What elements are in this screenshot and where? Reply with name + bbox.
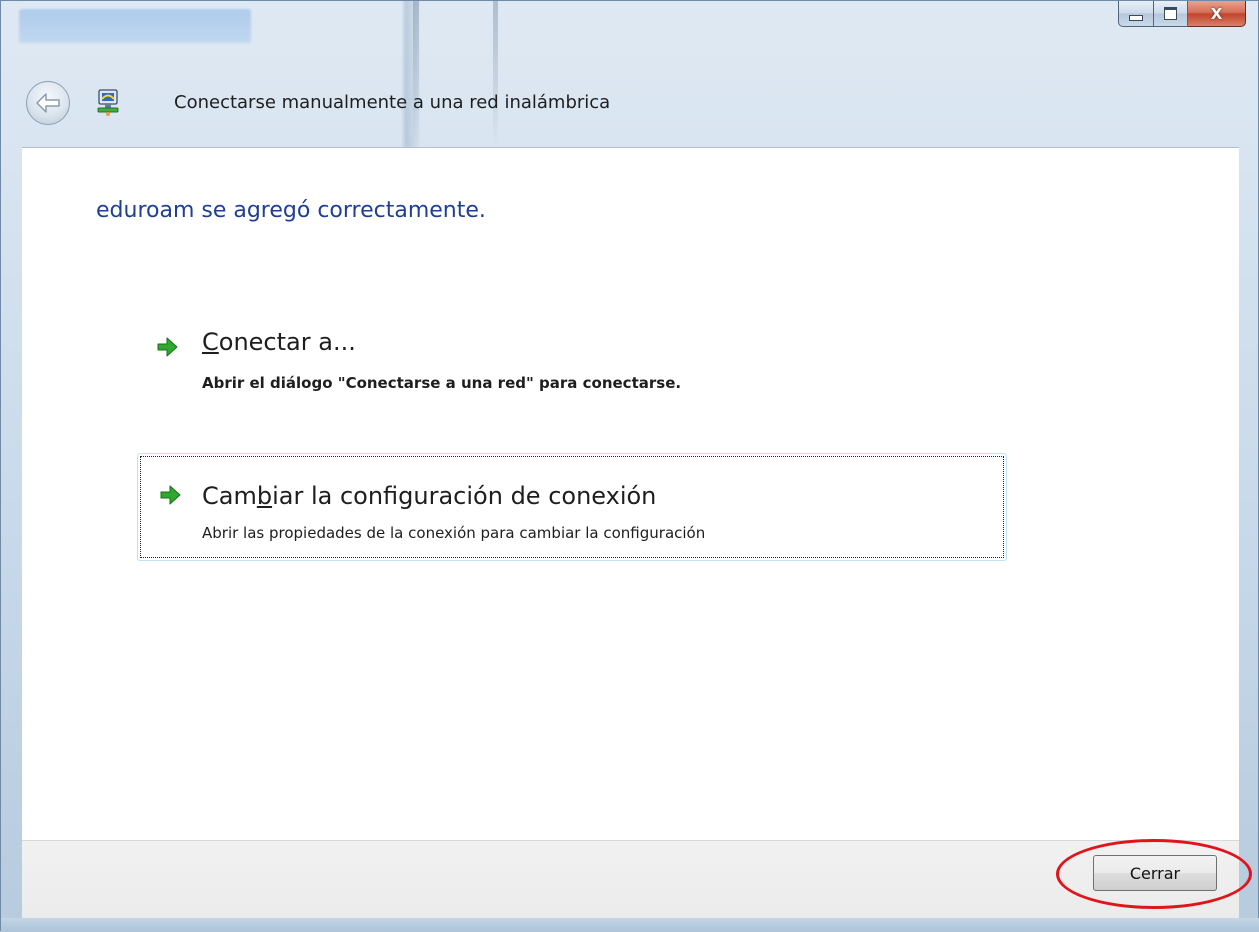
close-window-button[interactable]: X [1188, 1, 1246, 27]
content-panel: eduroam se agregó correctamente. Conecta… [22, 147, 1239, 841]
command-title-rest: iar la configuración de conexión [272, 482, 657, 510]
background-streak [413, 1, 419, 147]
green-arrow-icon [160, 485, 181, 505]
network-icon [97, 89, 119, 116]
minimize-button[interactable] [1118, 1, 1154, 27]
background-streak [493, 1, 498, 147]
background-glass-reflection [19, 9, 251, 43]
dialog-footer: Cerrar [22, 840, 1239, 919]
close-icon: X [1210, 4, 1223, 23]
command-accelerator-key: C [202, 328, 219, 356]
command-title: Cambiar la configuración de conexión [202, 482, 656, 510]
maximize-button[interactable] [1154, 1, 1188, 27]
command-title-pre: Cam [202, 482, 257, 510]
command-description: Abrir las propiedades de la conexión par… [202, 524, 706, 542]
caption-buttons: X [1118, 1, 1246, 27]
maximize-icon [1164, 7, 1177, 20]
window-title: Conectarse manualmente a una red inalámb… [174, 92, 611, 113]
back-arrow-icon [36, 93, 60, 113]
back-button[interactable] [26, 81, 70, 125]
command-description: Abrir el diálogo "Conectarse a una red" … [202, 374, 682, 392]
command-title: Conectar a... [202, 328, 356, 356]
close-button[interactable]: Cerrar [1093, 855, 1217, 891]
window-frame: X Conectarse manualmente a una red inalá… [0, 0, 1259, 932]
command-title-rest: onectar a... [218, 328, 356, 356]
minimize-icon [1129, 14, 1143, 21]
page-heading: eduroam se agregó correctamente. [96, 198, 486, 223]
green-arrow-icon [157, 337, 178, 357]
command-link-change-settings[interactable]: Cambiar la configuración de conexión Abr… [137, 453, 1007, 561]
command-link-connect[interactable]: Conectar a... Abrir el diálogo "Conectar… [140, 328, 840, 398]
command-accelerator-key: b [256, 482, 273, 510]
window-bottom-border [1, 918, 1259, 932]
